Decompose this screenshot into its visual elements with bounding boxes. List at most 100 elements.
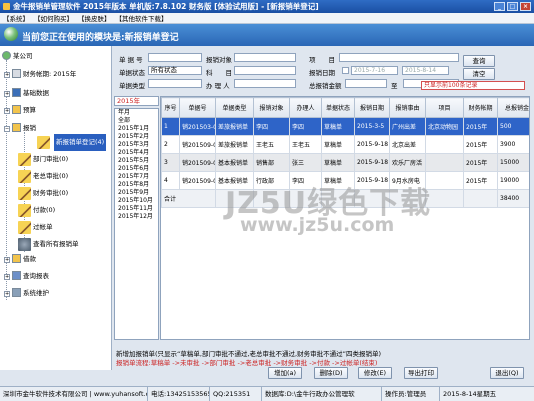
collapse-toggle-icon[interactable]: − xyxy=(4,126,10,132)
subject-label: 科 目 xyxy=(206,69,232,77)
item-input[interactable] xyxy=(339,53,459,62)
tools-icon xyxy=(12,288,21,297)
minimize-button[interactable]: _ xyxy=(494,2,505,11)
table-cell: 2 xyxy=(161,135,180,154)
add-button[interactable]: 增加(a) xyxy=(268,367,302,379)
clear-button[interactable]: 清空 xyxy=(463,68,495,80)
table-cell: 3 xyxy=(161,153,180,172)
bill-no-input[interactable] xyxy=(148,53,202,62)
month-item[interactable]: 2015年3月 xyxy=(115,141,158,149)
expand-toggle-icon[interactable]: + xyxy=(4,291,10,297)
expand-toggle-icon[interactable]: + xyxy=(4,274,10,280)
table-cell: 差旅报销单 xyxy=(215,117,254,136)
expand-toggle-icon[interactable]: + xyxy=(4,257,10,263)
expand-toggle-icon[interactable]: + xyxy=(4,91,10,97)
month-item[interactable]: 2015年10月 xyxy=(115,197,158,205)
status-date: 2015-8-14星期五 xyxy=(443,390,497,398)
nav-loan[interactable]: + 借款 xyxy=(4,253,36,266)
nav-posted[interactable]: 过帐单 xyxy=(18,219,53,236)
month-item[interactable]: 2015年8月 xyxy=(115,181,158,189)
handler-input[interactable] xyxy=(234,79,296,88)
column-header[interactable]: 单据状态 xyxy=(321,97,355,118)
column-header[interactable]: 报销事由 xyxy=(389,97,426,118)
month-item[interactable]: 2015年5月 xyxy=(115,157,158,165)
pencil-icon xyxy=(18,170,31,183)
pencil-icon xyxy=(18,153,31,166)
maximize-button[interactable]: □ xyxy=(507,2,518,11)
month-item[interactable]: 2015年7月 xyxy=(115,173,158,181)
loan-icon xyxy=(12,254,21,263)
table-cell: 草稿单 xyxy=(321,135,355,154)
nav-maintenance[interactable]: + 系统维护 xyxy=(4,287,49,300)
table-row[interactable]: 2 销201509-0 差旅报销单 王老五 王老五 草稿单 2015-9-18 … xyxy=(161,135,529,154)
column-header[interactable]: 单据号 xyxy=(179,97,216,118)
nav-reports[interactable]: + 查询报表 xyxy=(4,270,49,283)
exit-button[interactable]: 退出(Q) xyxy=(490,367,524,379)
module-title: 当前您正在使用的模块是:新报销单登记 xyxy=(22,33,179,43)
menu-change-skin[interactable]: 【换皮肤】 xyxy=(78,13,111,23)
module-icon xyxy=(4,27,18,41)
nav-boss-approval[interactable]: 老总审批(0) xyxy=(18,168,68,185)
status-select[interactable]: 所有状态 xyxy=(148,66,202,75)
nav-root[interactable]: 某公司 xyxy=(2,50,33,63)
month-item[interactable]: 2015年6月 xyxy=(115,165,158,173)
date-checkbox[interactable] xyxy=(342,67,349,74)
month-header: 年月 xyxy=(118,109,131,116)
month-item[interactable]: 2015年2月 xyxy=(115,133,158,141)
delete-button[interactable]: 删除(D) xyxy=(314,367,348,379)
month-item-all[interactable]: 全部 xyxy=(115,117,158,125)
expand-toggle-icon[interactable]: + xyxy=(4,108,10,114)
expand-toggle-icon[interactable]: + xyxy=(4,72,10,78)
date-from-input[interactable]: 2015-7-16 xyxy=(351,66,398,75)
target-label: 报销对象 xyxy=(206,56,232,64)
table-row[interactable]: 3 销201509-0 基本报销单 销售部 张三 草稿单 2015-9-18 欢… xyxy=(161,153,529,172)
date-to-input[interactable]: 2015-8-14 xyxy=(402,66,449,75)
nav-dept-approval[interactable]: 部门审批(0) xyxy=(18,151,68,168)
column-header[interactable]: 报销对象 xyxy=(253,97,290,118)
export-print-button[interactable]: 导出打印 xyxy=(404,367,438,379)
year-select[interactable]: 2015年 xyxy=(114,96,159,106)
nav-new-reimbursement[interactable]: 新报销单登记(4) xyxy=(37,134,107,151)
nav-all-reimbursements[interactable]: 查看所有报销单 xyxy=(18,236,79,253)
total-value: 38400 xyxy=(497,189,529,208)
menu-how-to-buy[interactable]: 【如何购买】 xyxy=(34,13,73,23)
database-icon xyxy=(12,88,21,97)
table-row[interactable]: 1 销201503-0 差旅报销单 李四 李四 草稿单 2015-3-5 广州出… xyxy=(161,117,529,136)
column-header[interactable]: 单据类型 xyxy=(215,97,254,118)
nav-period[interactable]: + 财务帐期: 2015年 xyxy=(4,68,76,81)
query-button[interactable]: 查询 xyxy=(463,55,495,67)
nav-basic-data[interactable]: + 基础数据 xyxy=(4,87,49,100)
month-item[interactable]: 2015年11月 xyxy=(115,205,158,213)
nav-budget[interactable]: + 预算 xyxy=(4,104,36,117)
table-cell: 500 xyxy=(497,117,529,136)
menu-other-downloads[interactable]: 【其他软件下载】 xyxy=(116,13,168,23)
column-header[interactable]: 项目 xyxy=(425,97,464,118)
table-cell: 广州出差 xyxy=(389,117,426,136)
window-title: 金牛报销单管理软件 2015年版本 单机版:7.8.102 财务版 [体验试用版… xyxy=(13,2,319,11)
menu-system[interactable]: 【系统】 xyxy=(3,13,29,23)
close-button[interactable]: × xyxy=(520,2,531,11)
column-header[interactable]: 序号 xyxy=(161,97,180,118)
type-select[interactable] xyxy=(148,79,202,88)
limit-checkbox[interactable]: 只显示前100条记录 xyxy=(421,81,525,90)
amount-from-input[interactable] xyxy=(345,79,387,88)
column-header[interactable]: 报销日期 xyxy=(354,97,390,118)
budget-icon xyxy=(12,105,21,114)
month-item[interactable]: 2015年1月 xyxy=(115,125,158,133)
table-cell: 北京动物园 xyxy=(425,117,464,136)
nav-payment[interactable]: 付款(0) xyxy=(18,202,55,219)
nav-tree: 某公司 + 财务帐期: 2015年 + 基础数据 + 预算 − 报销 新报销单登记(4)… xyxy=(0,46,112,370)
subject-input[interactable] xyxy=(234,66,296,75)
column-header[interactable]: 办理人 xyxy=(289,97,322,118)
target-input[interactable] xyxy=(234,53,296,62)
month-item[interactable]: 2015年4月 xyxy=(115,149,158,157)
table-cell: 销201509-0 xyxy=(179,153,216,172)
nav-reimburse[interactable]: − 报销 xyxy=(4,122,36,135)
month-item[interactable]: 2015年12月 xyxy=(115,213,158,221)
table-cell: 销201509-0 xyxy=(179,135,216,154)
column-header[interactable]: 财务帐期 xyxy=(463,97,498,118)
month-item[interactable]: 2015年9月 xyxy=(115,189,158,197)
nav-finance-approval[interactable]: 财务审批(0) xyxy=(18,185,68,202)
column-header[interactable]: 总报销金 xyxy=(497,97,529,118)
modify-button[interactable]: 修改(E) xyxy=(358,367,392,379)
